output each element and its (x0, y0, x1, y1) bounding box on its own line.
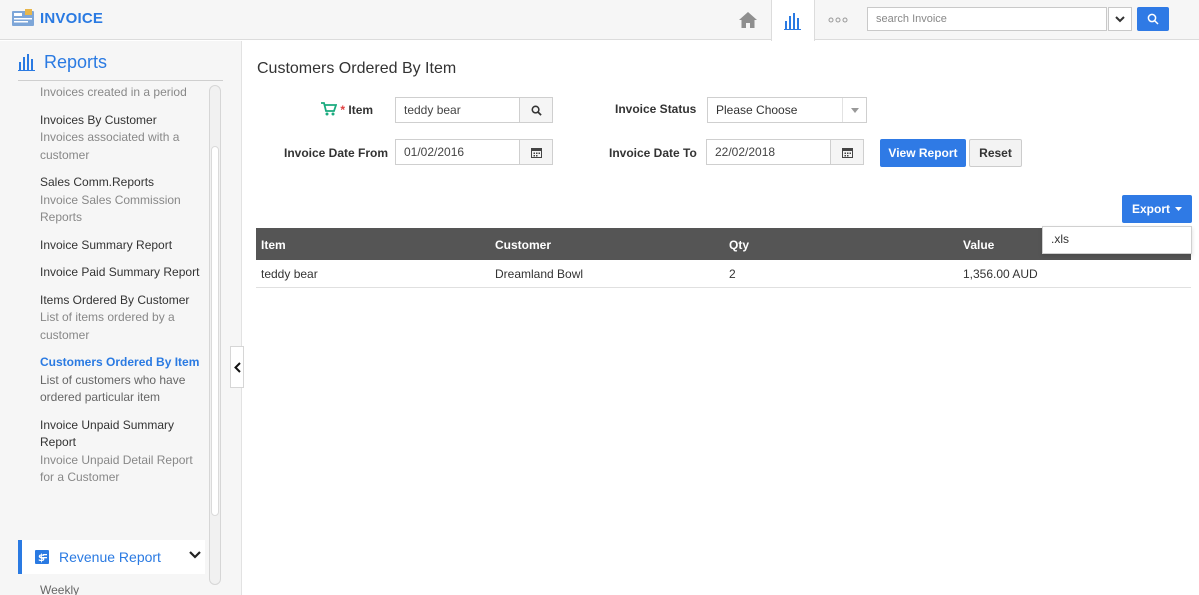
search-input[interactable] (868, 8, 1106, 30)
invoice-status-value: Please Choose (716, 103, 798, 117)
sidebar-item-desc: Invoices associated with a customer (40, 130, 180, 162)
page-title: Customers Ordered By Item (257, 60, 457, 77)
export-button-label: Export (1131, 202, 1170, 216)
item-search-button[interactable] (519, 97, 553, 123)
sidebar-item-desc: List of customers who have ordered parti… (40, 372, 186, 405)
chevron-left-icon (233, 361, 241, 373)
column-header-customer[interactable]: Customer (495, 238, 551, 252)
sidebar-item-sales-comm[interactable]: Sales Comm.Reports Invoice Sales Commiss… (40, 174, 205, 227)
cell-customer: Dreamland Bowl (495, 267, 584, 281)
export-button[interactable]: Export (1122, 195, 1192, 223)
sidebar-item-desc: List of items ordered by a customer (40, 310, 175, 342)
column-header-qty[interactable]: Qty (729, 238, 749, 252)
top-bar: INVOICE (0, 0, 1199, 41)
caret-down-icon (842, 98, 866, 122)
app-title: INVOICE (40, 9, 104, 27)
cell-value: 1,356.00 AUD (963, 267, 1038, 281)
search-icon (531, 105, 542, 116)
search-scope-dropdown[interactable] (1108, 7, 1132, 31)
column-header-value[interactable]: Value (963, 238, 994, 252)
date-to-calendar-button[interactable] (830, 139, 864, 165)
bar-chart-icon (784, 12, 801, 30)
chevron-down-icon (1115, 15, 1125, 22)
sidebar-item-desc: Invoices created in a period (40, 85, 187, 99)
scrollbar-thumb[interactable] (211, 146, 219, 516)
chevron-down-icon (189, 551, 201, 559)
sidebar-item-weekly[interactable]: Weekly (40, 583, 79, 595)
brand[interactable]: INVOICE (12, 9, 103, 27)
reports-button[interactable] (771, 0, 815, 41)
sidebar-item-invoice-summary[interactable]: Invoice Summary Report (40, 237, 205, 255)
search-icon (1147, 13, 1159, 25)
sidebar-header: Reports (18, 52, 107, 73)
date-from-field (395, 139, 553, 165)
cell-qty: 2 (729, 267, 736, 281)
table-row[interactable]: teddy bear Dreamland Bowl 2 1,356.00 AUD (256, 260, 1191, 288)
sidebar-section-revenue-report[interactable]: $ Revenue Report (18, 540, 205, 574)
sidebar-item-invoices-period[interactable]: Invoices created in a period (40, 84, 205, 102)
sidebar-item-desc: Invoice Unpaid Detail Report for a Custo… (40, 452, 193, 485)
reset-button[interactable]: Reset (969, 139, 1022, 167)
search-button[interactable] (1137, 7, 1169, 31)
more-button[interactable] (816, 0, 860, 40)
sidebar-item-title: Invoice Summary Report (40, 237, 173, 252)
home-icon (739, 12, 757, 28)
sidebar-item-title: Sales Comm.Reports (40, 175, 155, 189)
sidebar-item-title: Customers Ordered By Item (40, 355, 200, 369)
invoice-app-icon (12, 9, 34, 27)
sidebar-item-title: Invoice Unpaid Summary Report (40, 417, 175, 450)
item-label: Item (348, 103, 374, 117)
sidebar-item-title: Invoices By Customer (40, 112, 157, 127)
main-content: Customers Ordered By Item * Item Invoice… (243, 41, 1199, 595)
date-from-calendar-button[interactable] (519, 139, 553, 165)
divider (18, 80, 223, 81)
invoice-date-to-label: Invoice Date To (609, 146, 697, 160)
sidebar: Reports Invoices created in a period Inv… (0, 41, 242, 595)
sidebar-item-title: Invoice Paid Summary Report (40, 265, 200, 279)
shopping-cart-icon (321, 102, 338, 116)
sidebar-item-customers-ordered-by-item[interactable]: Customers Ordered By Item List of custom… (40, 354, 205, 407)
export-dropdown-menu: .xls (1042, 226, 1192, 254)
cell-item: teddy bear (261, 267, 318, 281)
item-label-group: * Item (321, 102, 373, 117)
sidebar-item-invoices-by-customer[interactable]: Invoices By Customer Invoices associated… (40, 112, 205, 165)
invoice-status-select[interactable]: Please Choose (707, 97, 867, 123)
invoice-status-label: Invoice Status (615, 102, 697, 116)
sidebar-scrollbar[interactable] (209, 85, 221, 585)
revenue-report-icon: $ (35, 550, 49, 564)
date-to-field (706, 139, 864, 165)
sidebar-item-items-ordered-by-customer[interactable]: Items Ordered By Customer List of items … (40, 292, 205, 345)
caret-down-icon (1175, 207, 1182, 211)
sidebar-item-invoice-paid-summary[interactable]: Invoice Paid Summary Report (40, 264, 205, 282)
calendar-icon (530, 147, 542, 158)
item-field (395, 97, 553, 123)
sidebar-collapse-toggle[interactable] (230, 346, 244, 388)
bar-chart-icon (18, 54, 35, 71)
column-header-item[interactable]: Item (261, 238, 286, 252)
required-mark: * (340, 103, 346, 117)
invoice-date-from-label: Invoice Date From (284, 146, 389, 160)
view-report-button[interactable]: View Report (880, 139, 966, 167)
sidebar-title: Reports (44, 52, 108, 72)
home-button[interactable] (726, 0, 770, 40)
search-box (867, 7, 1107, 31)
sidebar-item-title: Items Ordered By Customer (40, 292, 190, 307)
sidebar-item-desc: Invoice Sales Commission Reports (40, 192, 181, 225)
sidebar-item-invoice-unpaid-summary[interactable]: Invoice Unpaid Summary Report Invoice Un… (40, 417, 205, 487)
report-list: Invoices created in a period Invoices By… (40, 84, 205, 497)
revenue-report-label: Revenue Report (59, 549, 161, 565)
export-menu-item-xls[interactable]: .xls (1051, 232, 1069, 246)
calendar-icon (841, 147, 853, 158)
more-dots-icon (828, 17, 848, 23)
